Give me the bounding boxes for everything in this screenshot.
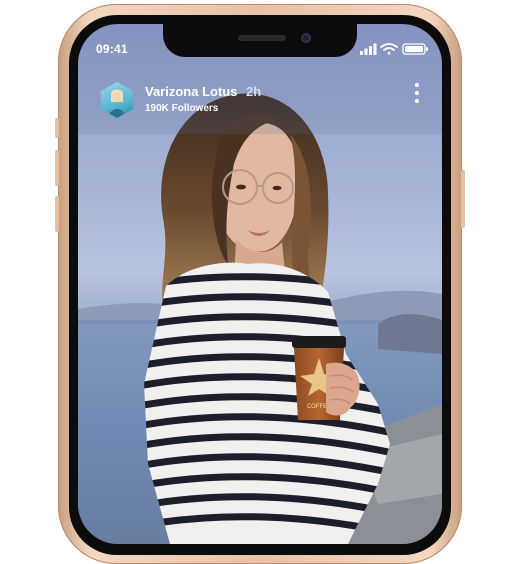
signal-icon [360,43,377,55]
front-camera [301,33,311,43]
status-icons [360,43,428,55]
more-vertical-icon[interactable] [408,82,426,106]
side-button-volume-up [55,150,59,186]
status-time: 09:41 [96,42,128,56]
battery-icon [402,43,428,55]
side-button-volume-down [55,196,59,232]
wifi-icon [380,43,398,55]
side-button-mute [55,118,59,138]
speaker-grille [238,35,286,41]
side-button-power [461,170,465,228]
author-name[interactable]: Varizona Lotus [145,84,237,99]
author-followers: 190K Followers [145,103,219,114]
post-time-ago: 2h [246,84,262,99]
